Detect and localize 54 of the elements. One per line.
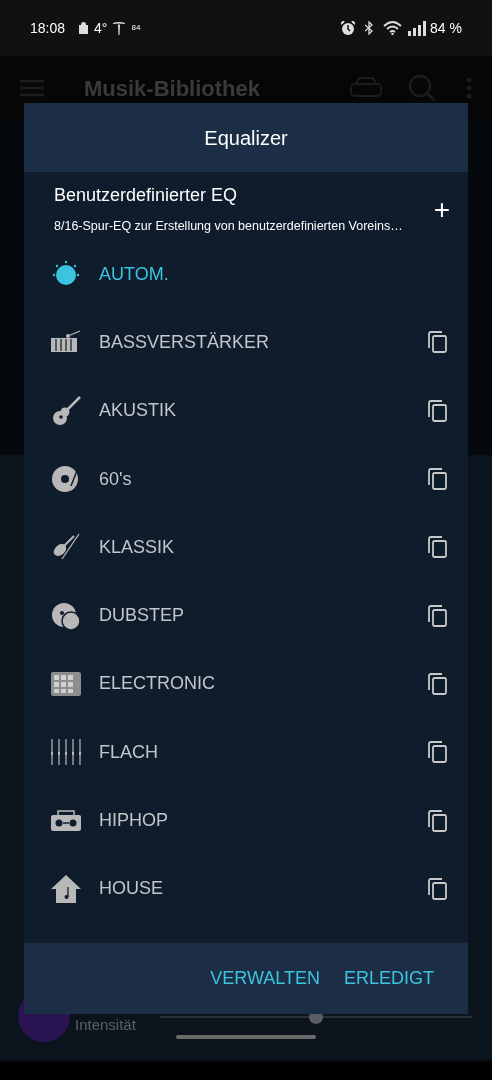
preset-item[interactable]: FLACH — [24, 718, 468, 787]
slider-label: Intensität — [75, 1016, 136, 1034]
preset-label: AUTOM. — [99, 262, 170, 286]
copy-icon[interactable] — [428, 672, 448, 695]
preset-label: BASSVERSTÄRKER — [99, 330, 271, 354]
wifi-icon — [383, 21, 403, 35]
add-button[interactable]: + — [433, 196, 450, 224]
dialog-button[interactable]: VERWALTEN — [210, 964, 320, 992]
preset-item[interactable]: HIPHOP — [24, 786, 468, 855]
guitar-icon — [51, 395, 81, 426]
record-icon — [51, 464, 81, 495]
dialog-title: Equalizer — [204, 125, 288, 151]
house-icon — [51, 874, 81, 903]
copy-icon[interactable] — [428, 399, 448, 422]
preset-label: DUBSTEP — [99, 604, 186, 628]
preset-item[interactable]: 60's — [24, 444, 468, 514]
dialog-button[interactable]: ERLEDIGT — [343, 964, 434, 992]
preset-item[interactable]: ELECTRONIC — [24, 649, 468, 719]
xylophone-icon — [51, 330, 81, 355]
copy-icon[interactable] — [428, 604, 448, 627]
sliders-icon — [51, 739, 81, 766]
preset-label: 60's — [99, 467, 133, 491]
copy-icon[interactable] — [428, 331, 448, 354]
preset-label: KLASSIK — [99, 535, 176, 559]
clock: 18:08 — [30, 18, 66, 38]
copy-icon[interactable] — [428, 468, 448, 491]
status-text: 84 — [131, 22, 141, 34]
copy-icon[interactable] — [428, 536, 448, 559]
preset-item[interactable]: KLASSIK — [24, 513, 468, 582]
preset-label: ELECTRONIC — [99, 672, 216, 696]
preset-label: HOUSE — [99, 877, 164, 901]
preset-item[interactable]: AKUSTIK — [24, 376, 468, 445]
alarm-icon — [341, 20, 356, 36]
battery-level: 84 % — [430, 18, 462, 38]
boombox-icon — [51, 809, 81, 832]
preset-item[interactable]: BASSVERSTÄRKER — [24, 308, 468, 377]
custom-eq-title[interactable]: Benutzerdefinierter EQ — [54, 182, 434, 209]
bluetooth-icon — [365, 21, 374, 35]
copy-icon[interactable] — [428, 877, 448, 900]
copy-icon[interactable] — [428, 741, 448, 764]
custom-eq-description: 8/16-Spur-EQ zur Erstellung von benutzerdefinierten Voreins… — [54, 218, 404, 235]
copy-icon[interactable] — [428, 809, 448, 832]
preset-label: AKUSTIK — [99, 399, 178, 423]
disc-icon — [51, 601, 81, 630]
bag-icon — [79, 22, 89, 34]
preset-item[interactable]: HOUSE — [24, 854, 468, 923]
drum-pad-icon — [51, 671, 81, 696]
car-logo-icon — [113, 21, 126, 35]
preset-item[interactable]: AUTOM. — [24, 240, 468, 309]
temperature: 4° — [94, 18, 108, 38]
preset-item[interactable]: DUBSTEP — [24, 581, 468, 650]
preset-label: FLACH — [99, 740, 159, 764]
preset-label: HIPHOP — [99, 809, 169, 832]
signal-icon — [408, 20, 428, 36]
